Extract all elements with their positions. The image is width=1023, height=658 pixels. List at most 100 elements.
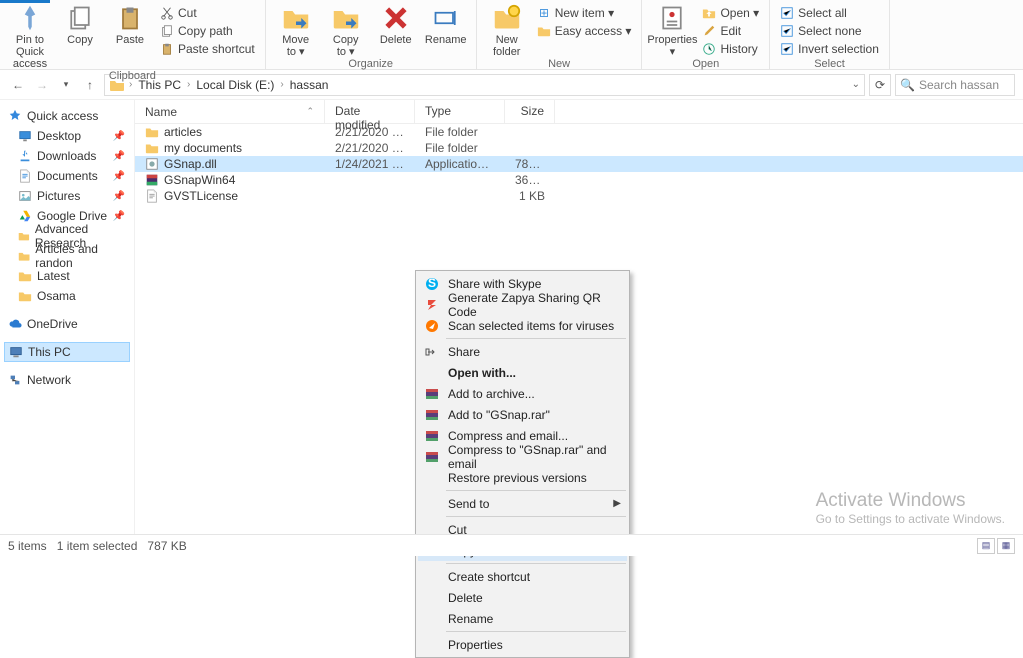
context-separator — [446, 338, 626, 339]
folder-icon — [18, 269, 32, 283]
up-button[interactable]: ↑ — [80, 75, 100, 95]
file-row[interactable]: articles2/21/2020 3:16 PMFile folder — [135, 124, 1023, 140]
paste-shortcut-button[interactable]: Paste shortcut — [156, 40, 259, 58]
view-large-button[interactable]: ▦ — [997, 538, 1015, 554]
file-list: Name⌃ Date modified Type Size articles2/… — [135, 100, 1023, 534]
ribbon-group-clipboard: Pin to Quickaccess Copy Paste Cut Copy p… — [0, 0, 266, 69]
tree-item-osama[interactable]: Osama — [4, 286, 130, 306]
context-compress-to-gsnap-rar-and-email[interactable]: Compress to "GSnap.rar" and email — [418, 446, 627, 467]
context-separator — [446, 490, 626, 491]
file-row[interactable]: my documents2/21/2020 3:16 PMFile folder — [135, 140, 1023, 156]
avast-icon — [424, 318, 440, 334]
col-name[interactable]: Name⌃ — [135, 100, 325, 123]
winrar-icon — [424, 449, 440, 465]
context-scan-selected-items-for-viruses[interactable]: Scan selected items for viruses — [418, 315, 627, 336]
watermark-subtitle: Go to Settings to activate Windows. — [816, 512, 1005, 526]
select-all-button[interactable]: Select all — [776, 4, 883, 22]
activation-watermark: Activate Windows Go to Settings to activ… — [816, 490, 1005, 526]
nav-tree: Quick access Desktop📌Downloads📌Documents… — [0, 100, 135, 534]
context-add-to-archive[interactable]: Add to archive... — [418, 383, 627, 404]
tree-network[interactable]: Network — [4, 370, 130, 390]
move-to-button[interactable]: Moveto ▾ — [272, 2, 320, 58]
folder-icon — [18, 229, 30, 243]
status-size: 787 KB — [147, 539, 186, 553]
tree-this-pc[interactable]: This PC — [4, 342, 130, 362]
file-row[interactable]: GSnap.dll1/24/2021 8:08 PMApplication ex… — [135, 156, 1023, 172]
new-folder-button[interactable]: Newfolder — [483, 2, 531, 58]
winrar-icon — [424, 407, 440, 423]
tree-item-downloads[interactable]: Downloads📌 — [4, 146, 130, 166]
folder-icon — [18, 249, 30, 263]
star-icon — [8, 109, 22, 123]
documents-icon — [18, 169, 32, 183]
copy-button[interactable]: Copy — [56, 2, 104, 46]
view-details-button[interactable]: ▤ — [977, 538, 995, 554]
pin-icon: 📌 — [112, 211, 126, 222]
ribbon: Pin to Quickaccess Copy Paste Cut Copy p… — [0, 0, 1023, 70]
rar-icon — [145, 173, 159, 187]
refresh-button[interactable]: ⟳ — [869, 74, 891, 96]
context-send-to[interactable]: Send to▶ — [418, 493, 627, 514]
zapya-icon — [424, 297, 440, 313]
txt-icon — [145, 189, 159, 203]
context-open-with[interactable]: Open with... — [418, 362, 627, 383]
paste-button[interactable]: Paste — [106, 2, 154, 46]
invert-selection-button[interactable]: Invert selection — [776, 40, 883, 58]
col-size[interactable]: Size — [505, 100, 555, 123]
tree-item-desktop[interactable]: Desktop📌 — [4, 126, 130, 146]
context-rename[interactable]: Rename — [418, 608, 627, 629]
gdrive-icon — [18, 209, 32, 223]
pin-icon: 📌 — [112, 131, 126, 142]
downloads-icon — [18, 149, 32, 163]
tree-quick-access[interactable]: Quick access — [4, 106, 130, 126]
properties-button[interactable]: Properties▾ — [648, 2, 696, 58]
copy-to-button[interactable]: Copyto ▾ — [322, 2, 370, 58]
context-share[interactable]: Share — [418, 341, 627, 362]
context-generate-zapya-sharing-qr-code[interactable]: Generate Zapya Sharing QR Code — [418, 294, 627, 315]
file-row[interactable]: GVSTLicense1 KB — [135, 188, 1023, 204]
ribbon-group-label: New — [548, 58, 570, 72]
back-button[interactable]: ← — [8, 75, 28, 95]
new-item-button[interactable]: New item ▾ — [533, 4, 636, 22]
breadcrumb[interactable]: Local Disk (E:) — [194, 78, 276, 92]
delete-button[interactable]: Delete — [372, 2, 420, 46]
tree-item-documents[interactable]: Documents📌 — [4, 166, 130, 186]
tree-onedrive[interactable]: OneDrive — [4, 314, 130, 334]
context-separator — [446, 631, 626, 632]
address-dropdown[interactable]: ⌄ — [852, 79, 860, 90]
open-button[interactable]: Open ▾ — [698, 4, 763, 22]
context-properties[interactable]: Properties — [418, 634, 627, 655]
col-type[interactable]: Type — [415, 100, 505, 123]
status-items: 5 items — [8, 539, 47, 553]
cut-button[interactable]: Cut — [156, 4, 259, 22]
history-button[interactable]: History — [698, 40, 763, 58]
watermark-title: Activate Windows — [816, 490, 1005, 512]
tree-item-pictures[interactable]: Pictures📌 — [4, 186, 130, 206]
skype-icon — [424, 276, 440, 292]
status-bar: 5 items 1 item selected 787 KB ▤ ▦ — [0, 534, 1023, 556]
recent-dropdown[interactable]: ▾ — [56, 75, 76, 95]
rename-button[interactable]: Rename — [422, 2, 470, 46]
share-icon — [424, 344, 440, 360]
context-add-to-gsnap-rar[interactable]: Add to "GSnap.rar" — [418, 404, 627, 425]
context-delete[interactable]: Delete — [418, 587, 627, 608]
cloud-icon — [8, 317, 22, 331]
search-input[interactable]: 🔍 Search hassan — [895, 74, 1015, 96]
breadcrumb[interactable]: hassan — [288, 78, 331, 92]
tree-item-articles-and-randon[interactable]: Articles and randon — [4, 246, 130, 266]
address-bar[interactable]: › This PC › Local Disk (E:) › hassan ⌄ — [104, 74, 865, 96]
pin-to-quick-access-button[interactable]: Pin to Quickaccess — [6, 2, 54, 70]
main-pane: Quick access Desktop📌Downloads📌Documents… — [0, 100, 1023, 534]
col-date[interactable]: Date modified — [325, 100, 415, 123]
select-none-button[interactable]: Select none — [776, 22, 883, 40]
context-create-shortcut[interactable]: Create shortcut — [418, 566, 627, 587]
file-row[interactable]: GSnapWin64364 KB — [135, 172, 1023, 188]
desktop-icon — [18, 129, 32, 143]
edit-button[interactable]: Edit — [698, 22, 763, 40]
pin-icon: 📌 — [112, 151, 126, 162]
ribbon-group-label: Open — [692, 58, 719, 72]
search-placeholder: Search hassan — [919, 78, 999, 92]
easy-access-button[interactable]: Easy access ▾ — [533, 22, 636, 40]
copy-path-button[interactable]: Copy path — [156, 22, 259, 40]
forward-button[interactable]: → — [32, 75, 52, 95]
